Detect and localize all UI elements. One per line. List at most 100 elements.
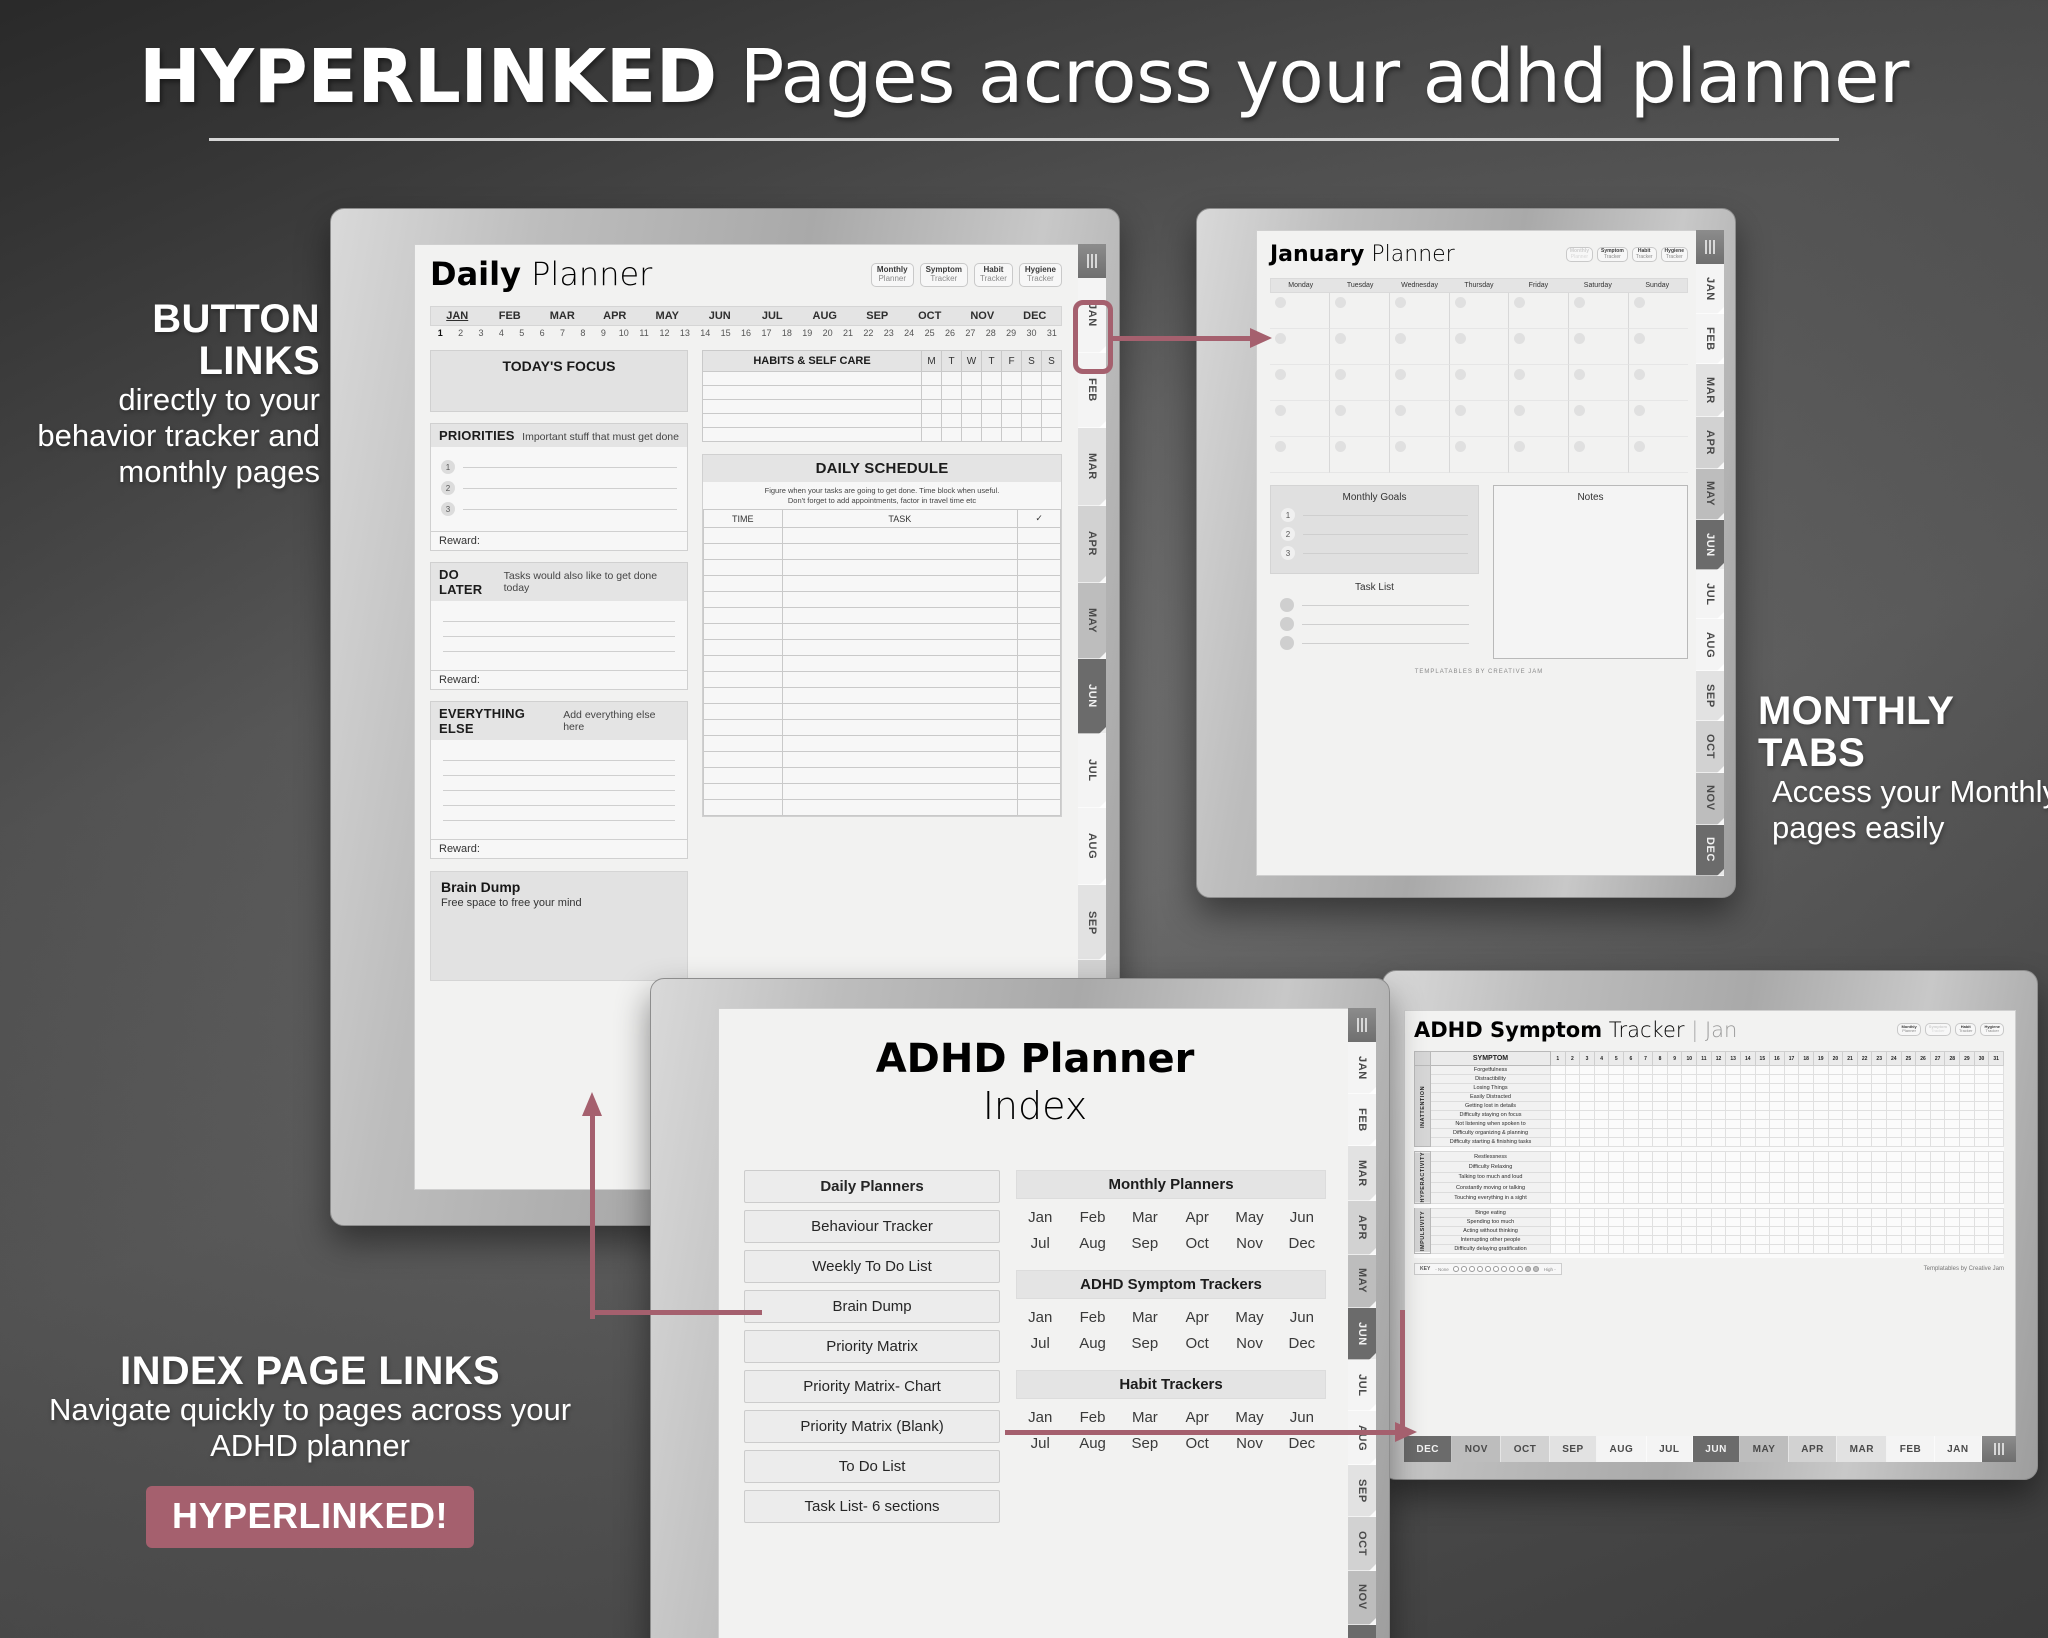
january-planner-calendar[interactable] [1270,293,1689,473]
symptom-cell[interactable] [1710,1101,1727,1111]
calendar-cell[interactable] [1449,293,1510,329]
symptom-cell[interactable] [1900,1171,1917,1183]
rail-handle[interactable] [1696,230,1724,264]
symptom-cell[interactable] [1666,1074,1683,1084]
symptom-cell[interactable] [1856,1161,1873,1173]
schedule-row[interactable] [703,575,1061,593]
symptom-cell[interactable] [1827,1161,1844,1173]
symptom-day-17[interactable]: 17 [1783,1051,1800,1066]
schedule-row[interactable] [703,767,1061,785]
symptom-cell[interactable] [1959,1065,1975,1075]
symptom-cell[interactable] [1827,1083,1844,1093]
symptom-cell[interactable] [1666,1181,1683,1194]
symptom-cell[interactable] [1696,1216,1712,1227]
symptom-cell[interactable] [1988,1150,2004,1163]
day-cell-9[interactable]: 9 [593,328,613,338]
symptom-cell[interactable] [1812,1216,1829,1227]
symptom-cell[interactable] [1842,1150,1858,1163]
symptom-cell[interactable] [1593,1101,1610,1111]
schedule-cell[interactable] [703,575,783,593]
symptom-cell[interactable] [1666,1216,1683,1227]
schedule-cell[interactable] [1017,575,1061,593]
symptom-cell[interactable] [1725,1192,1741,1204]
symptom-cell[interactable] [1550,1225,1566,1236]
month-tab-jun[interactable]: JUN [1078,659,1106,735]
daily-schedule-table[interactable]: TIME TASK ✓ [703,509,1061,817]
symptom-cell[interactable] [1871,1192,1888,1204]
symptom-cell[interactable] [1988,1171,2004,1183]
symptom-cell[interactable] [1681,1192,1698,1204]
symptom-day-12[interactable]: 12 [1710,1051,1727,1066]
link-button-hygiene[interactable]: Hygiene Tracker [1660,247,1688,263]
day-cell-29[interactable]: 29 [1001,328,1021,338]
calendar-cell[interactable] [1509,401,1570,437]
symptom-cell[interactable] [1783,1128,1800,1138]
symptom-tracker-link-buttons[interactable]: Monthly Planner Symptom Tracker Habit Tracker… [1897,1023,2004,1036]
symptom-cell[interactable] [1652,1128,1668,1138]
rail-handle[interactable] [1982,1436,2016,1462]
do-later-lines[interactable] [431,601,687,670]
day-cell-25[interactable]: 25 [919,328,939,338]
symptom-cell[interactable] [1769,1119,1785,1129]
habits-cell[interactable] [1021,371,1042,386]
symptom-cell[interactable] [1681,1181,1698,1194]
symptom-cell[interactable] [1959,1092,1975,1102]
symptom-cell[interactable] [1929,1161,1946,1173]
symptom-cell[interactable] [1856,1083,1873,1093]
symptom-cell[interactable] [1798,1225,1814,1236]
schedule-cell[interactable] [781,783,1019,801]
symptom-cell[interactable] [1637,1234,1654,1245]
symptom-cell[interactable] [1973,1092,1990,1102]
symptom-cell[interactable] [1827,1216,1844,1227]
bottom-month-tab-aug[interactable]: AUG [1597,1436,1647,1462]
symptom-cell[interactable] [1812,1192,1829,1204]
symptom-cell[interactable] [1798,1137,1814,1147]
symptom-cell[interactable] [1637,1137,1654,1147]
symptom-cell[interactable] [1593,1074,1610,1084]
calendar-cell[interactable] [1329,401,1390,437]
symptom-cell[interactable] [1637,1216,1654,1227]
symptom-cell[interactable] [1769,1171,1785,1183]
symptom-cell[interactable] [1988,1065,2004,1075]
symptom-cell[interactable] [1550,1243,1566,1254]
symptom-cell[interactable] [1623,1243,1639,1254]
month-tab-oct[interactable]: OCT [1696,721,1724,774]
symptom-cell[interactable] [1681,1234,1698,1245]
schedule-cell[interactable] [781,639,1019,657]
priority-row[interactable]: 1 [441,460,677,474]
symptom-cell[interactable] [1783,1101,1800,1111]
calendar-cell[interactable] [1389,329,1450,365]
monthly-goal-row[interactable]: 3 [1281,546,1468,560]
month-tab-may[interactable]: MAY [1696,468,1724,521]
symptom-cell[interactable] [1725,1225,1741,1236]
schedule-cell[interactable] [703,527,783,545]
symptom-cell[interactable] [1739,1216,1756,1227]
symptom-cell[interactable] [1579,1065,1595,1075]
schedule-cell[interactable] [703,623,783,641]
symptom-cell[interactable] [1988,1137,2004,1147]
index-button-to-do-list[interactable]: To Do List [744,1450,1001,1483]
habits-cell[interactable] [702,427,922,442]
symptom-cell[interactable] [1929,1243,1946,1254]
symptom-cell[interactable] [1666,1083,1683,1093]
symptom-cell[interactable] [1608,1216,1625,1227]
schedule-cell[interactable] [1017,543,1061,561]
symptom-cell[interactable] [1783,1161,1800,1173]
symptom-cell[interactable] [1696,1083,1712,1093]
link-button-habit[interactable]: Habit Tracker [1631,247,1657,263]
schedule-cell[interactable] [703,543,783,561]
symptom-cell[interactable] [1915,1101,1931,1111]
symptom-cell[interactable] [1769,1225,1785,1236]
month-cell-nov[interactable]: NOV [956,307,1009,325]
symptom-cell[interactable] [1783,1181,1800,1194]
symptom-row[interactable]: Difficulty Relaxing [1415,1161,2004,1173]
symptom-cell[interactable] [1900,1225,1917,1236]
symptom-cell[interactable] [1637,1083,1654,1093]
symptom-cell[interactable] [1725,1150,1741,1163]
symptom-cell[interactable] [1944,1225,1961,1236]
symptom-cell[interactable] [1754,1243,1771,1254]
symptom-day-3[interactable]: 3 [1579,1051,1595,1066]
symptom-cell[interactable] [1725,1065,1741,1075]
symptom-cell[interactable] [1944,1110,1961,1120]
calendar-cell[interactable] [1270,401,1330,437]
